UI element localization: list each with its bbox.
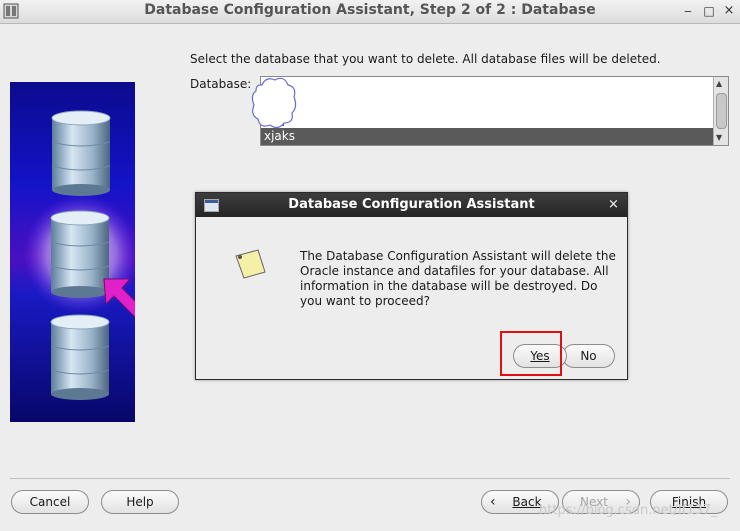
back-label: Back <box>512 495 542 509</box>
footer-separator <box>10 478 730 479</box>
scroll-up-icon[interactable]: ▲ <box>716 79 722 88</box>
no-label: No <box>580 349 597 363</box>
dialog-message: The Database Configuration Assistant wil… <box>300 249 616 308</box>
no-button[interactable]: No <box>562 344 615 368</box>
confirm-delete-dialog: Database Configuration Assistant × The D… <box>195 192 628 380</box>
database-cylinder-icon <box>50 314 110 400</box>
pointer-arrow-icon <box>103 278 135 318</box>
cancel-button[interactable]: Cancel <box>11 490 89 514</box>
close-button[interactable]: × <box>721 3 737 19</box>
database-list[interactable]: orcl xjaks ▲ ▼ <box>260 76 729 146</box>
redaction-cloud-shape <box>251 77 297 129</box>
annotation-highlight-box <box>500 331 562 376</box>
scroll-thumb[interactable] <box>716 93 727 129</box>
scroll-down-icon[interactable]: ▼ <box>716 133 722 142</box>
list-item-selected[interactable]: xjaks <box>261 128 715 145</box>
maximize-button[interactable]: □ <box>701 3 717 19</box>
database-illustration <box>23 110 135 400</box>
dialog-title: Database Configuration Assistant <box>288 197 535 212</box>
help-button[interactable]: Help <box>101 490 179 514</box>
minimize-button[interactable]: ‒ <box>680 3 696 19</box>
database-label: Database: <box>190 77 252 91</box>
window-title: Database Configuration Assistant, Step 2… <box>144 2 596 18</box>
dialog-titlebar[interactable]: Database Configuration Assistant × <box>196 193 627 217</box>
database-cylinder-icon <box>50 210 110 298</box>
cancel-label: Cancel <box>29 495 71 509</box>
sticky-note-icon <box>235 249 266 279</box>
window-titlebar[interactable]: Database Configuration Assistant, Step 2… <box>0 0 740 24</box>
help-label: Help <box>126 495 154 509</box>
database-cylinder-icon <box>51 110 111 196</box>
instruction-text: Select the database that you want to del… <box>190 52 661 66</box>
dialog-close-button[interactable]: × <box>608 197 619 212</box>
watermark-text: https://blog.csdn.net/lf137_ <box>539 503 718 518</box>
wizard-banner-image <box>10 82 135 422</box>
back-arrow-icon: ‹ <box>490 494 496 510</box>
list-scrollbar[interactable]: ▲ ▼ <box>713 77 728 145</box>
